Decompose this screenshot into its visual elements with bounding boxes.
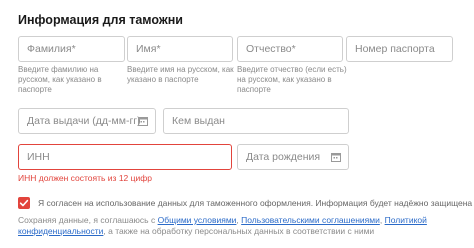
last-name-hint: Введите фамилию на русском, как указано … (18, 65, 102, 94)
first-name-input[interactable] (128, 37, 232, 61)
last-name-field[interactable] (18, 36, 125, 62)
legal-prefix: Сохраняя данные, я соглашаюсь с (18, 215, 158, 225)
consent-checkbox[interactable] (18, 197, 30, 209)
first-name-field[interactable] (127, 36, 233, 62)
legal-suffix: , а также на обработку персональных данн… (103, 226, 375, 236)
inn-field[interactable] (18, 144, 232, 170)
terms-link[interactable]: Общими условиями (158, 215, 237, 225)
last-name-input[interactable] (19, 37, 124, 61)
user-agreements-link[interactable]: Пользовательскими соглашениями (241, 215, 380, 225)
issue-date-field[interactable] (18, 108, 156, 134)
patronymic-input[interactable] (238, 37, 342, 61)
inn-input[interactable] (19, 145, 231, 169)
passport-number-field[interactable] (346, 36, 453, 62)
issued-by-input[interactable] (164, 109, 348, 133)
issued-by-field[interactable] (163, 108, 349, 134)
passport-number-input[interactable] (347, 37, 452, 61)
issue-date-input[interactable] (19, 109, 155, 133)
patronymic-field[interactable] (237, 36, 343, 62)
consent-label: Я согласен на использование данных для т… (38, 198, 473, 208)
first-name-hint: Введите имя на русском, как указано в па… (127, 65, 234, 84)
birth-date-field[interactable] (237, 144, 349, 170)
calendar-icon[interactable] (138, 116, 148, 126)
inn-error-message: ИНН должен состоять из 12 цифр (18, 173, 152, 183)
calendar-icon[interactable] (331, 152, 341, 162)
check-icon (19, 199, 29, 207)
patronymic-hint: Введите отчество (если есть) на русском,… (237, 65, 347, 94)
section-title: Информация для таможни (18, 13, 183, 27)
legal-notice: Сохраняя данные, я соглашаюсь с Общими у… (18, 215, 466, 237)
